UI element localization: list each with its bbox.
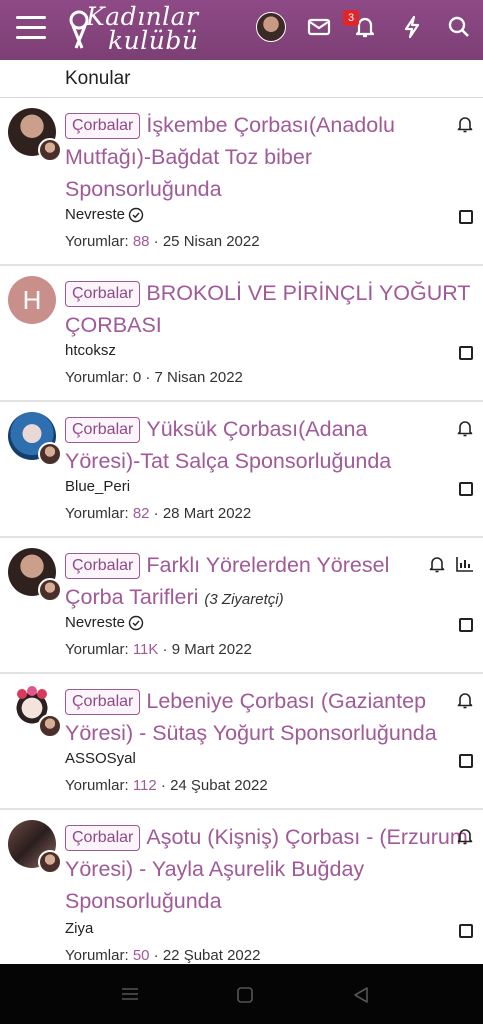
last-poster-avatar[interactable] xyxy=(38,442,62,466)
topic-date[interactable]: 7 Nisan 2022 xyxy=(155,369,243,386)
comments-count[interactable]: 82 xyxy=(133,505,150,522)
topic-title[interactable]: Çorbalar Yüksük Çorbası(Adana Yöresi)-Tat… xyxy=(65,413,445,477)
search-icon[interactable] xyxy=(446,14,472,40)
select-checkbox[interactable] xyxy=(459,346,473,360)
topic-prefix[interactable]: Çorbalar xyxy=(65,417,141,443)
topic-meta: Yorumlar: 112 · 24 Şubat 2022 xyxy=(65,777,268,794)
back-icon[interactable] xyxy=(352,986,370,1004)
topic-title[interactable]: Çorbalar BROKOLİ VE PİRİNÇLİ YOĞURT ÇORBA… xyxy=(65,277,475,341)
comments-count[interactable]: 112 xyxy=(133,777,157,794)
topic-prefix[interactable]: Çorbalar xyxy=(65,281,141,307)
topic-author[interactable]: Blue_Peri xyxy=(65,478,130,495)
logo-text-2: kulübü xyxy=(108,26,199,55)
section-header: Konular xyxy=(0,60,483,98)
author-name[interactable]: Blue_Peri xyxy=(65,478,130,495)
comments-count[interactable]: 88 xyxy=(133,233,150,250)
site-logo[interactable]: Kadınlar kulübü xyxy=(68,2,218,56)
topic-author[interactable]: ASSOSyal xyxy=(65,750,136,767)
topic-date[interactable]: 25 Nisan 2022 xyxy=(163,233,260,250)
topic-meta: Yorumlar: 82 · 28 Mart 2022 xyxy=(65,505,252,522)
watch-bell-icon[interactable] xyxy=(427,554,447,574)
topic-prefix[interactable]: Çorbalar xyxy=(65,113,141,139)
author-name[interactable]: Nevreste xyxy=(65,614,125,631)
select-checkbox[interactable] xyxy=(459,618,473,632)
mail-icon[interactable] xyxy=(306,14,332,40)
watch-bell-icon[interactable] xyxy=(455,418,475,438)
topic-author[interactable]: Ziya xyxy=(65,920,93,937)
last-poster-avatar[interactable] xyxy=(38,138,62,162)
notification-badge: 3 xyxy=(343,10,359,26)
last-poster-avatar[interactable] xyxy=(38,578,62,602)
comments-count[interactable]: 11K xyxy=(133,641,159,658)
select-checkbox[interactable] xyxy=(459,210,473,224)
topic-date[interactable]: 22 Şubat 2022 xyxy=(163,947,261,964)
comments-label: Yorumlar: xyxy=(65,369,129,386)
comments-label: Yorumlar: xyxy=(65,777,129,794)
watch-bell-icon[interactable] xyxy=(455,826,475,846)
topic-row[interactable]: H Çorbalar BROKOLİ VE PİRİNÇLİ YOĞURT ÇOR… xyxy=(0,266,483,402)
author-name[interactable]: htcoksz xyxy=(65,342,116,359)
topic-title[interactable]: Çorbalar İşkembe Çorbası(Anadolu Mutfağı)… xyxy=(65,109,445,205)
author-name[interactable]: ASSOSyal xyxy=(65,750,136,767)
verified-icon xyxy=(128,615,144,630)
menu-icon[interactable] xyxy=(16,16,46,42)
comments-label: Yorumlar: xyxy=(65,641,129,658)
topic-prefix[interactable]: Çorbalar xyxy=(65,689,141,715)
comments-count[interactable]: 0 xyxy=(133,369,141,386)
last-poster-avatar[interactable] xyxy=(38,714,62,738)
poll-stats-icon[interactable] xyxy=(455,555,475,573)
topic-prefix[interactable]: Çorbalar xyxy=(65,553,141,579)
select-checkbox[interactable] xyxy=(459,924,473,938)
topic-author[interactable]: htcoksz xyxy=(65,342,116,359)
topic-meta: Yorumlar: 88 · 25 Nisan 2022 xyxy=(65,233,260,250)
section-title: Konular xyxy=(65,68,131,89)
author-avatar[interactable]: H xyxy=(8,276,56,324)
topic-row[interactable]: Çorbalar Yüksük Çorbası(Adana Yöresi)-Tat… xyxy=(0,402,483,538)
verified-icon xyxy=(128,207,144,222)
topic-meta: Yorumlar: 50 · 22 Şubat 2022 xyxy=(65,947,261,964)
lightning-icon[interactable] xyxy=(399,14,425,40)
topic-date[interactable]: 24 Şubat 2022 xyxy=(170,777,268,794)
last-poster-avatar[interactable] xyxy=(38,850,62,874)
topic-title[interactable]: Çorbalar Farklı Yörelerden Yöresel Çorba … xyxy=(65,549,425,616)
top-app-bar: Kadınlar kulübü 3 xyxy=(0,0,483,60)
system-navigation-bar xyxy=(0,964,483,1024)
home-icon[interactable] xyxy=(236,986,254,1004)
topic-row[interactable]: Çorbalar Aşotu (Kişniş) Çorbası - (Erzuru… xyxy=(0,810,483,980)
comments-label: Yorumlar: xyxy=(65,233,129,250)
topic-author[interactable]: Nevreste xyxy=(65,614,144,631)
topic-row[interactable]: Çorbalar Farklı Yörelerden Yöresel Çorba … xyxy=(0,538,483,674)
topic-author[interactable]: Nevreste xyxy=(65,206,144,223)
topic-meta: Yorumlar: 11K · 9 Mart 2022 xyxy=(65,641,252,658)
visitor-count: (3 Ziyaretçi) xyxy=(204,591,284,608)
watch-bell-icon[interactable] xyxy=(455,690,475,710)
topic-row[interactable]: Çorbalar İşkembe Çorbası(Anadolu Mutfağı)… xyxy=(0,98,483,266)
topic-prefix[interactable]: Çorbalar xyxy=(65,825,141,851)
comments-label: Yorumlar: xyxy=(65,947,129,964)
comments-label: Yorumlar: xyxy=(65,505,129,522)
select-checkbox[interactable] xyxy=(459,482,473,496)
topic-date[interactable]: 9 Mart 2022 xyxy=(172,641,252,658)
topic-meta: Yorumlar: 0 · 7 Nisan 2022 xyxy=(65,369,243,386)
author-name[interactable]: Ziya xyxy=(65,920,93,937)
author-name[interactable]: Nevreste xyxy=(65,206,125,223)
topic-title[interactable]: Çorbalar Aşotu (Kişniş) Çorbası - (Erzuru… xyxy=(65,821,475,917)
topic-row[interactable]: Çorbalar Lebeniye Çorbası (Gaziantep Yöre… xyxy=(0,674,483,810)
comments-count[interactable]: 50 xyxy=(133,947,150,964)
select-checkbox[interactable] xyxy=(459,754,473,768)
recent-apps-icon[interactable] xyxy=(120,986,140,1002)
topic-date[interactable]: 28 Mart 2022 xyxy=(163,505,251,522)
watch-bell-icon[interactable] xyxy=(455,114,475,134)
avatar[interactable] xyxy=(256,12,286,42)
topic-list: Çorbalar İşkembe Çorbası(Anadolu Mutfağı)… xyxy=(0,98,483,980)
topic-title[interactable]: Çorbalar Lebeniye Çorbası (Gaziantep Yöre… xyxy=(65,685,445,749)
